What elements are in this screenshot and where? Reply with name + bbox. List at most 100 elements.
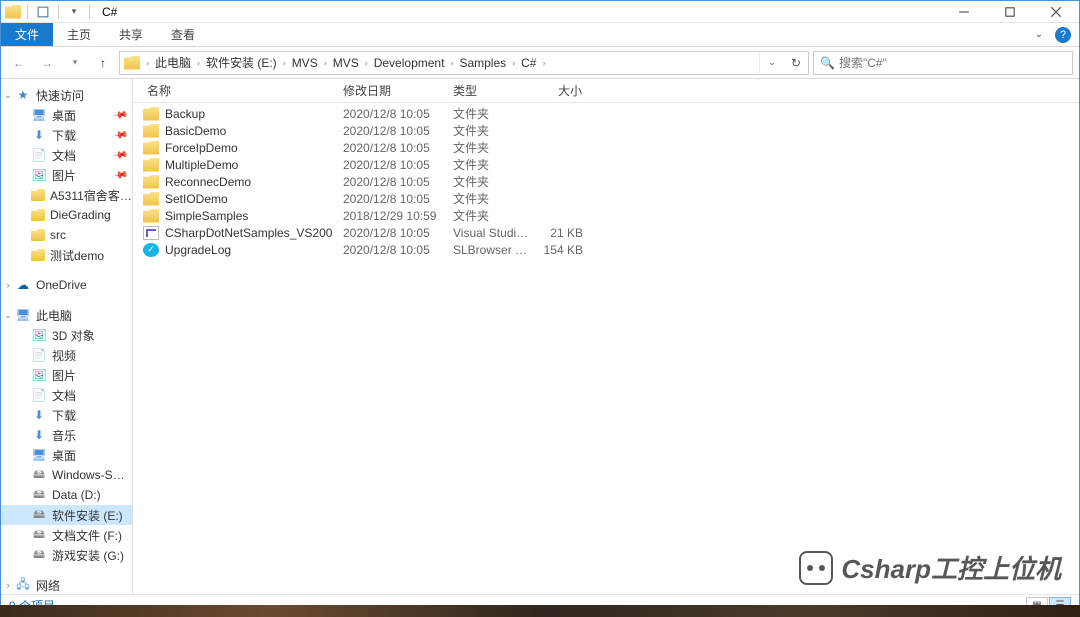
tab-file[interactable]: 文件	[1, 23, 53, 46]
tree-item[interactable]: 📄视频	[1, 345, 132, 365]
file-row[interactable]: ForceIpDemo2020/12/8 10:05文件夹	[133, 139, 1079, 156]
col-date[interactable]: 修改日期	[333, 79, 443, 102]
tree-item[interactable]: ⬇下载📌	[1, 125, 132, 145]
col-size[interactable]: 大小	[533, 79, 593, 102]
pin-icon: 📌	[112, 167, 129, 183]
breadcrumb-item[interactable]: MVS	[329, 52, 363, 74]
file-row[interactable]: Backup2020/12/8 10:05文件夹	[133, 105, 1079, 122]
tree-item[interactable]: 测试demo	[1, 245, 132, 265]
chevron-right-icon[interactable]: ›	[3, 275, 13, 295]
help-button[interactable]: ?	[1055, 27, 1071, 43]
file-row[interactable]: BasicDemo2020/12/8 10:05文件夹	[133, 122, 1079, 139]
nav-tree[interactable]: ⌄ ★ 快速访问 🖥桌面📌⬇下载📌📄文档📌🖼图片📌A5311宿舍客户端DieGr…	[1, 79, 133, 594]
file-row[interactable]: ReconnecDemo2020/12/8 10:05文件夹	[133, 173, 1079, 190]
tree-item[interactable]: 📄文档📌	[1, 145, 132, 165]
cell-type: SLBrowser HTM...	[443, 243, 533, 257]
tree-item[interactable]: 🖼图片	[1, 365, 132, 385]
window-title: C#	[102, 5, 117, 19]
tree-item[interactable]: DieGrading	[1, 205, 132, 225]
folder-icon	[143, 209, 159, 223]
cell-date: 2018/12/29 10:59	[333, 209, 443, 223]
tree-item[interactable]: 🖴游戏安装 (G:)	[1, 545, 132, 565]
qat-properties[interactable]	[34, 4, 52, 20]
cell-name: BasicDemo	[133, 124, 333, 138]
tree-item[interactable]: 📄文档	[1, 385, 132, 405]
chevron-icon[interactable]: ›	[363, 58, 370, 68]
tree-item[interactable]: src	[1, 225, 132, 245]
tree-item[interactable]: 🖥桌面📌	[1, 105, 132, 125]
tree-item[interactable]: A5311宿舍客户端	[1, 185, 132, 205]
tree-item[interactable]: 🖴Data (D:)	[1, 485, 132, 505]
file-row[interactable]: CSharpDotNetSamples_VS2008.sln2020/12/8 …	[133, 224, 1079, 241]
cell-type: 文件夹	[443, 139, 533, 156]
chevron-icon[interactable]: ›	[144, 58, 151, 68]
refresh-button[interactable]: ↻	[784, 52, 808, 74]
folder-icon	[143, 192, 159, 206]
tree-item[interactable]: 🖥桌面	[1, 445, 132, 465]
tab-home[interactable]: 主页	[53, 23, 105, 46]
tree-onedrive[interactable]: › ☁ OneDrive	[1, 275, 132, 295]
nav-row: ← → ▾ ↑ › 此电脑›软件安装 (E:)›MVS›MVS›Developm…	[1, 47, 1079, 79]
tree-item[interactable]: 🖼3D 对象	[1, 325, 132, 345]
tab-view[interactable]: 查看	[157, 23, 209, 46]
file-row[interactable]: ✓UpgradeLog2020/12/8 10:05SLBrowser HTM.…	[133, 241, 1079, 258]
desktop-edge	[0, 605, 1080, 617]
address-dropdown[interactable]: ⌄	[760, 52, 784, 74]
search-input[interactable]	[839, 56, 1066, 70]
tree-item[interactable]: 🖼图片📌	[1, 165, 132, 185]
tree-item[interactable]: ⬇音乐	[1, 425, 132, 445]
folder-icon	[143, 124, 159, 138]
file-row[interactable]: SimpleSamples2018/12/29 10:59文件夹	[133, 207, 1079, 224]
breadcrumb-item[interactable]: 此电脑	[151, 52, 195, 74]
nav-back[interactable]: ←	[7, 51, 31, 75]
chevron-down-icon[interactable]: ⌄	[3, 85, 13, 105]
chevron-icon[interactable]: ›	[448, 58, 455, 68]
tree-label: 文档	[52, 387, 132, 404]
tree-item[interactable]: ⬇下载	[1, 405, 132, 425]
chevron-down-icon[interactable]: ⌄	[3, 305, 13, 325]
ribbon: 文件 主页 共享 查看 ⌄ ?	[1, 23, 1079, 47]
file-icon: 📄	[31, 347, 47, 363]
tree-quick-access[interactable]: ⌄ ★ 快速访问	[1, 85, 132, 105]
tab-share[interactable]: 共享	[105, 23, 157, 46]
col-name[interactable]: 名称	[133, 79, 333, 102]
tree-this-pc[interactable]: ⌄ 🖥 此电脑	[1, 305, 132, 325]
chevron-icon[interactable]: ›	[281, 58, 288, 68]
minimize-button[interactable]	[941, 1, 987, 23]
monitor-icon: 🖥	[15, 307, 31, 323]
chevron-icon[interactable]: ›	[195, 58, 202, 68]
tree-item[interactable]: 🖴软件安装 (E:)	[1, 505, 132, 525]
address-bar[interactable]: › 此电脑›软件安装 (E:)›MVS›MVS›Development›Samp…	[119, 51, 809, 75]
chevron-icon[interactable]: ›	[322, 58, 329, 68]
file-row[interactable]: SetIODemo2020/12/8 10:05文件夹	[133, 190, 1079, 207]
breadcrumb-item[interactable]: 软件安装 (E:)	[202, 52, 281, 74]
file-row[interactable]: MultipleDemo2020/12/8 10:05文件夹	[133, 156, 1079, 173]
search-box[interactable]: 🔍	[813, 51, 1073, 75]
breadcrumb-item[interactable]: MVS	[288, 52, 322, 74]
chevron-icon[interactable]: ›	[510, 58, 517, 68]
col-type[interactable]: 类型	[443, 79, 533, 102]
tree-label: 桌面	[52, 107, 109, 124]
tree-item[interactable]: 🖴文档文件 (F:)	[1, 525, 132, 545]
chevron-icon[interactable]: ›	[540, 58, 547, 68]
chevron-right-icon[interactable]: ›	[3, 575, 13, 594]
cell-name: CSharpDotNetSamples_VS2008.sln	[133, 226, 333, 240]
nav-recent[interactable]: ▾	[63, 51, 87, 75]
monitor-icon: 🖥	[31, 447, 47, 463]
tree-label: DieGrading	[50, 208, 132, 222]
breadcrumb-item[interactable]: Samples	[455, 52, 510, 74]
tree-item[interactable]: 🖴Windows-SSD (C:)	[1, 465, 132, 485]
maximize-button[interactable]	[987, 1, 1033, 23]
tree-label: 图片	[52, 167, 109, 184]
breadcrumb-item[interactable]: Development	[370, 52, 449, 74]
close-button[interactable]	[1033, 1, 1079, 23]
tree-network[interactable]: › 🖧 网络	[1, 575, 132, 594]
cell-name: ForceIpDemo	[133, 141, 333, 155]
ribbon-expand[interactable]: ⌄	[1027, 23, 1051, 46]
tree-label: A5311宿舍客户端	[50, 187, 132, 204]
nav-forward[interactable]: →	[35, 51, 59, 75]
nav-up[interactable]: ↑	[91, 51, 115, 75]
breadcrumb-item[interactable]: C#	[517, 52, 540, 74]
cell-date: 2020/12/8 10:05	[333, 158, 443, 172]
qat-dropdown[interactable]: ▾	[65, 4, 83, 20]
